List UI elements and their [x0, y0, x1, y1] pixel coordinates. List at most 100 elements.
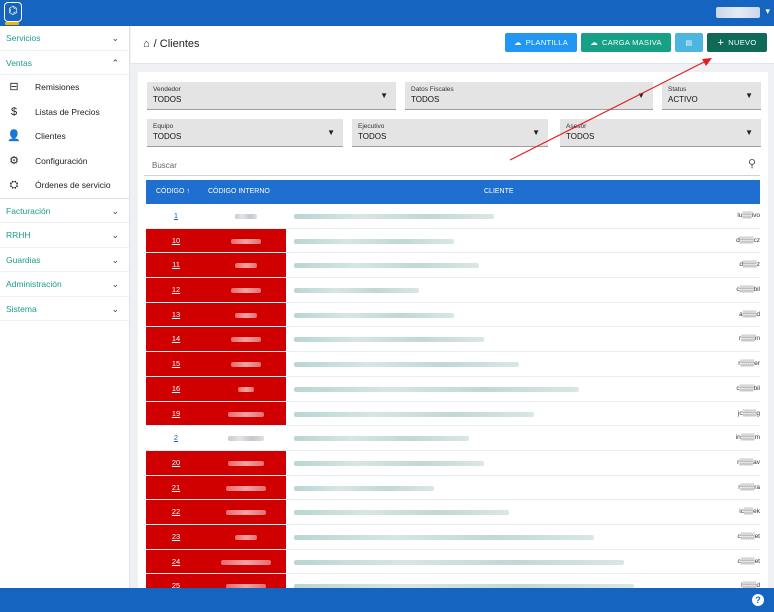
client-name-cell [294, 214, 494, 219]
nuevo-button[interactable]: + NUEVO [707, 33, 767, 52]
client-name-cell [294, 312, 454, 318]
sidebar-section-rrhh[interactable]: RRHH ⌄ [0, 223, 129, 248]
page-title: / Clientes [153, 38, 200, 50]
table-row[interactable]: 14 r▒▒▒in [146, 327, 760, 353]
client-name-cell [294, 411, 534, 417]
client-code-link[interactable]: 22 [146, 500, 206, 524]
caret-down-icon: ▼ [532, 128, 540, 137]
table-row[interactable]: 19 jc▒▒▒g [146, 401, 760, 427]
client-code-link[interactable]: 15 [146, 352, 206, 376]
client-email-cell: c▒▒▒et [737, 532, 761, 540]
client-email-cell: in▒▒▒m [735, 434, 760, 442]
sidebar-section-servicios[interactable]: Servicios ⌄ [0, 26, 129, 51]
table-row[interactable]: 15 r▒▒▒er [146, 352, 760, 377]
sidebar-section-ventas[interactable]: Ventas ⌃ [0, 51, 129, 75]
sidebar-item-4[interactable]: ⛭ Órdenes de servicio [0, 173, 129, 198]
sidebar-item-3[interactable]: ⚙ Configuración [0, 149, 129, 174]
client-code-link[interactable]: 13 [146, 302, 206, 327]
asesor-value: TODOS [566, 132, 595, 141]
caret-down-icon: ▼ [745, 91, 753, 100]
client-code-link[interactable]: 14 [146, 327, 206, 352]
table-row[interactable]: 20 r▒▒▒av [146, 450, 760, 476]
vendedor-select[interactable]: Vendedor TODOS ▼ [147, 82, 396, 110]
client-code-link[interactable]: 11 [146, 253, 206, 278]
sidebar-section-sistema[interactable]: Sistema ⌄ [0, 297, 129, 321]
client-code-link[interactable]: 23 [146, 524, 206, 549]
table-row[interactable]: 13 a▒▒▒d [146, 302, 760, 328]
footer-bar: ? [0, 588, 774, 612]
caret-down-icon: ▼ [745, 128, 753, 137]
table-row[interactable]: 10 d▒▒▒cz [146, 228, 760, 254]
internal-code-cell [206, 574, 286, 588]
sidebar-item-2[interactable]: 👤 Clientes [0, 124, 129, 149]
table-row[interactable]: 23 c▒▒▒et [146, 524, 761, 550]
ejecutivo-select[interactable]: Ejecutivo TODOS ▼ [352, 119, 548, 147]
home-icon[interactable]: ⌂ [143, 38, 150, 50]
search-input[interactable]: Buscar [152, 161, 177, 170]
client-code-link[interactable]: 1 [146, 204, 206, 228]
asesor-select[interactable]: Asesor TODOS ▼ [560, 119, 761, 147]
plantilla-button[interactable]: ☁ PLANTILLA [505, 33, 577, 52]
carga-masiva-button[interactable]: ☁ CARGA MASIVA [581, 33, 671, 52]
client-code-link[interactable]: 24 [146, 549, 206, 574]
search-field[interactable]: Buscar ⚲ [144, 156, 760, 176]
help-icon[interactable]: ? [752, 594, 764, 606]
client-email-cell: r▒▒▒ra [738, 483, 760, 491]
table-row[interactable]: 24 c▒▒▒et [146, 549, 760, 575]
table-row[interactable]: 2 in▒▒▒m [146, 426, 760, 451]
app-logo-icon[interactable]: ⌬ [4, 2, 22, 22]
client-code-link[interactable]: 21 [146, 475, 206, 500]
sidebar-section-guardias[interactable]: Guardias ⌄ [0, 248, 129, 272]
user-menu[interactable] [716, 7, 760, 18]
ejecutivo-value: TODOS [358, 132, 387, 141]
equipo-select[interactable]: Equipo TODOS ▼ [147, 119, 343, 147]
status-label: Status [668, 86, 687, 93]
table-row[interactable]: 21 r▒▒▒ra [146, 475, 760, 501]
table-row[interactable]: 11 d▒▒▒z [146, 253, 760, 279]
client-email-cell: r▒▒▒in [738, 335, 760, 343]
internal-code-cell [206, 278, 286, 302]
client-code-link[interactable]: 20 [146, 450, 206, 475]
client-code-link[interactable]: 25 [146, 574, 206, 588]
sidebar-item-icon: $ [10, 105, 18, 118]
client-name-cell [294, 362, 519, 368]
sidebar-section-label: Ventas [6, 57, 32, 68]
sidebar-section-administración[interactable]: Administración ⌄ [0, 272, 129, 297]
client-name-cell [294, 559, 624, 565]
client-code-link[interactable]: 16 [146, 376, 206, 401]
export-file-button[interactable]: ▤ [675, 33, 703, 52]
search-icon[interactable]: ⚲ [748, 157, 756, 170]
table-row[interactable]: 25 l▒▒▒d [146, 574, 760, 588]
client-name-cell [294, 436, 469, 442]
user-menu-caret-icon[interactable]: ▾ [765, 6, 770, 17]
table-row[interactable]: 1 lu▒▒ivo [146, 204, 760, 229]
client-code-link[interactable]: 19 [146, 401, 206, 426]
table-row[interactable]: 16 c▒▒▒bil [146, 376, 760, 402]
sidebar-item-1[interactable]: $ Listas de Precios [0, 100, 129, 125]
col-cliente[interactable]: CLIENTE [484, 188, 514, 195]
chevron-icon: ⌄ [111, 279, 119, 289]
internal-code-cell [206, 401, 286, 426]
internal-code-cell [206, 450, 286, 475]
plantilla-label: PLANTILLA [525, 38, 569, 47]
status-select[interactable]: Status ACTIVO ▼ [662, 82, 761, 110]
col-codigo-interno[interactable]: CÓDIGO INTERNO [208, 188, 270, 195]
internal-code-cell [206, 352, 286, 376]
client-email-cell: d▒▒▒cz [736, 236, 760, 244]
client-code-link[interactable]: 12 [146, 278, 206, 302]
client-name-cell [294, 460, 484, 466]
ejecutivo-label: Ejecutivo [358, 123, 385, 130]
client-code-link[interactable]: 2 [146, 426, 206, 450]
table-row[interactable]: 22 ic▒▒ek [146, 500, 760, 525]
sidebar-section-facturación[interactable]: Facturación ⌄ [0, 199, 129, 223]
internal-code-cell [206, 524, 286, 549]
sidebar-item-0[interactable]: ⊟ Remisiones [0, 75, 129, 100]
cloud-download-icon: ☁ [513, 38, 522, 47]
client-name-cell [294, 386, 579, 392]
col-codigo[interactable]: CÓDIGO ↑ [156, 188, 190, 195]
datos-fiscales-select[interactable]: Datos Fiscales TODOS ▼ [405, 82, 653, 110]
client-name-cell [294, 510, 509, 516]
client-code-link[interactable]: 10 [146, 228, 206, 253]
sidebar-item-label: Listas de Precios [35, 106, 100, 117]
table-row[interactable]: 12 c▒▒▒bil [146, 278, 760, 303]
